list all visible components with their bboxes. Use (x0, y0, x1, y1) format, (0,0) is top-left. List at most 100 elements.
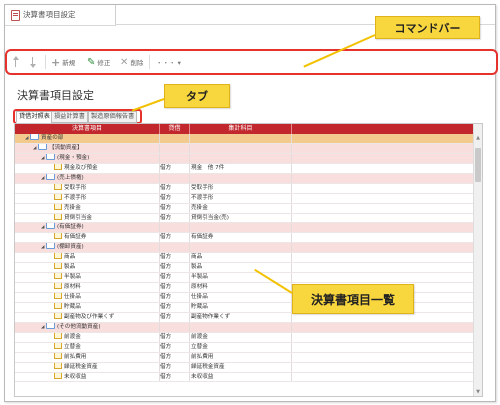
table-row[interactable]: 貸倒引当金 借方 貸倒引当金(売) (15, 213, 473, 224)
row-account-cell: 製品 (191, 264, 203, 271)
table-row[interactable]: 繰延税金資産 借方 繰延税金資産 (15, 362, 473, 373)
row-item-label: 不渡手形 (64, 194, 87, 201)
move-down-button[interactable] (29, 55, 37, 69)
folder-icon (30, 134, 39, 140)
arrow-down-icon (29, 56, 37, 68)
row-side-cell: 借方 (160, 373, 172, 380)
scroll-up-icon[interactable]: ▲ (474, 134, 482, 142)
table-row[interactable]: 半製品 借方 半製品 (15, 273, 473, 284)
row-item-label: 商品 (64, 254, 76, 261)
scroll-thumb[interactable] (475, 148, 481, 182)
toolbar-divider (45, 55, 46, 69)
column-header-account[interactable]: 集計科目 (190, 124, 292, 134)
row-side-cell (160, 144, 188, 153)
row-account-cell: 繰延税金資産 (191, 363, 225, 370)
row-side-cell: 借方 (160, 274, 172, 281)
table-row[interactable]: 立替金 借方 立替金 (15, 342, 473, 353)
tab-income-statement[interactable]: 損益計算書 (51, 111, 88, 123)
row-item-label: 副産物及び作業くず (64, 313, 115, 320)
table-row[interactable]: 有価証券 借方 有価証券 (15, 233, 473, 244)
column-header-item[interactable]: 決算書項目 (15, 124, 160, 134)
row-item-label: 製品 (64, 264, 76, 271)
table-row[interactable]: ◢ (棚卸資産) (15, 243, 473, 254)
table-row[interactable]: 商品 借方 商品 (15, 253, 473, 264)
row-item-label: (現金・預金) (57, 154, 90, 161)
table-row[interactable]: 売掛金 借方 売掛金 (15, 203, 473, 214)
document-icon (11, 10, 20, 21)
table-row[interactable]: 副産物及び作業くず 借方 副産物作業くず (15, 312, 473, 323)
table-row[interactable]: ◢ (その他流動資産) (15, 322, 473, 333)
row-account-cell: 未収収益 (191, 373, 214, 380)
vertical-scrollbar[interactable]: ▲ ▼ (473, 124, 482, 396)
table-row[interactable]: 前渡金 借方 前渡金 (15, 332, 473, 343)
row-item-label: 【流動資産】 (49, 144, 83, 151)
item-icon (54, 203, 62, 210)
table-row[interactable]: ◢ 資産の部 (15, 134, 473, 144)
delete-icon: ✕ (120, 56, 129, 68)
row-account-cell: 商品 (191, 254, 203, 261)
item-icon (54, 193, 62, 200)
row-account-cell: 受取手形 (191, 184, 214, 191)
row-side-cell: 借方 (160, 284, 172, 291)
item-icon (54, 163, 62, 170)
table-row[interactable]: ◢ (現金・預金) (15, 153, 473, 164)
table-row[interactable]: 現金及び預金 借方 現金 他 7件 (15, 163, 473, 174)
item-icon (54, 283, 62, 290)
row-item-label: (その他流動資産) (57, 323, 101, 330)
row-account-cell: 前払費用 (191, 353, 214, 360)
more-menu-label: ・・・ ▾ (156, 59, 181, 67)
row-account-cell: 不渡手形 (191, 194, 214, 201)
scroll-down-icon[interactable]: ▼ (474, 388, 482, 396)
row-item-label: 有価証券 (64, 234, 87, 241)
table-row[interactable]: 製品 借方 製品 (15, 263, 473, 274)
row-side-cell (160, 223, 188, 232)
command-bar: + 新規 ✎ 修正 ✕ 削除 ・・・ ▾ (5, 49, 498, 75)
row-side-cell: 借方 (160, 333, 172, 340)
row-side-cell: 借方 (160, 194, 172, 201)
row-side-cell: 借方 (160, 294, 172, 300)
more-menu-button[interactable]: ・・・ ▾ (156, 55, 181, 69)
document-tab[interactable]: 決算書項目設定 (5, 5, 116, 26)
folder-icon (46, 223, 55, 230)
edit-button-label: 修正 (97, 59, 111, 67)
move-up-button[interactable] (12, 55, 20, 69)
row-account-cell (191, 243, 291, 252)
item-icon (54, 302, 62, 309)
table-row[interactable]: 前払費用 借方 前払費用 (15, 352, 473, 363)
tab-manufacturing-cost-report[interactable]: 製造原価報告書 (88, 111, 138, 123)
table-row[interactable]: 受取手形 借方 受取手形 (15, 183, 473, 194)
row-side-cell: 借方 (160, 363, 172, 370)
row-item-label: 仕掛品 (64, 294, 81, 300)
table-row[interactable]: 未収収益 借方 未収収益 (15, 372, 473, 383)
item-icon (54, 183, 62, 190)
row-account-cell: 貸倒引当金(売) (191, 214, 229, 221)
table-row[interactable]: 不渡手形 借方 不渡手形 (15, 193, 473, 204)
row-side-cell: 借方 (160, 343, 172, 350)
item-icon (54, 342, 62, 349)
folder-icon (38, 143, 47, 150)
row-item-label: 繰延税金資産 (64, 363, 98, 370)
delete-button[interactable]: ✕ 削除 (120, 55, 143, 69)
column-header-side[interactable]: 貸借 (160, 124, 190, 134)
row-item-label: (有価証券) (57, 224, 84, 231)
row-account-cell: 有価証券 (191, 234, 214, 241)
item-icon (54, 312, 62, 319)
edit-button[interactable]: ✎ 修正 (87, 55, 110, 69)
row-account-cell (191, 134, 291, 143)
item-icon (54, 332, 62, 339)
item-icon (54, 362, 62, 369)
row-item-label: 資産の部 (41, 135, 64, 141)
table-row[interactable]: ◢ (有価証券) (15, 223, 473, 234)
page-title: 決算書項目設定 (17, 89, 94, 102)
folder-icon (46, 322, 55, 329)
row-side-cell: 借方 (160, 204, 172, 211)
row-side-cell: 借方 (160, 264, 172, 271)
new-button[interactable]: + 新規 (51, 55, 75, 69)
row-account-cell: 立替金 (191, 343, 208, 350)
tab-balance-sheet[interactable]: 貸借対照表 (16, 111, 53, 123)
table-row[interactable]: ◢ (売上債権) (15, 173, 473, 184)
row-side-cell (160, 154, 188, 163)
row-item-label: 前渡金 (64, 333, 81, 340)
row-item-label: 前払費用 (64, 353, 87, 360)
table-row[interactable]: ◢ 【流動資産】 (15, 143, 473, 154)
